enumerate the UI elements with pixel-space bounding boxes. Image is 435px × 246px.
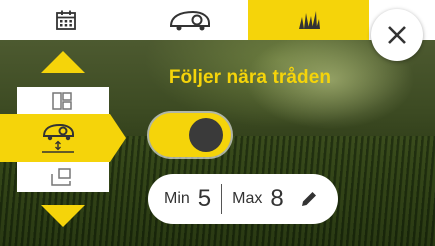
- screen: Följer nära tråden Min 5 Max 8: [0, 0, 435, 246]
- tab-bar: [0, 0, 435, 40]
- follow-wire-toggle[interactable]: [149, 113, 231, 157]
- arrow-up-icon[interactable]: [41, 51, 85, 73]
- max-value: 8: [270, 185, 284, 212]
- tab-mower[interactable]: [132, 0, 248, 40]
- distance-range-control[interactable]: Min 5 Max 8: [148, 174, 338, 224]
- page-title: Följer nära tråden: [168, 67, 332, 88]
- min-label: Min: [164, 190, 190, 207]
- max-label: Max: [232, 190, 263, 207]
- close-icon: [388, 26, 406, 44]
- layout-corner-icon[interactable]: [51, 168, 71, 186]
- close-button[interactable]: [371, 9, 423, 61]
- tab-lawn[interactable]: [248, 0, 369, 40]
- toggle-knob: [189, 118, 223, 152]
- mower-follow-wire-icon: [42, 123, 74, 153]
- range-divider: [221, 184, 223, 214]
- selection-pointer: [110, 114, 126, 162]
- arrow-down-icon[interactable]: [41, 205, 85, 227]
- min-value: 5: [197, 185, 212, 212]
- tab-schedule[interactable]: [0, 0, 132, 40]
- pencil-icon[interactable]: [300, 190, 318, 208]
- calendar-icon: [56, 10, 76, 30]
- mower-icon: [169, 10, 210, 31]
- grass-icon: [298, 11, 320, 29]
- layout-grid-icon[interactable]: [52, 92, 72, 110]
